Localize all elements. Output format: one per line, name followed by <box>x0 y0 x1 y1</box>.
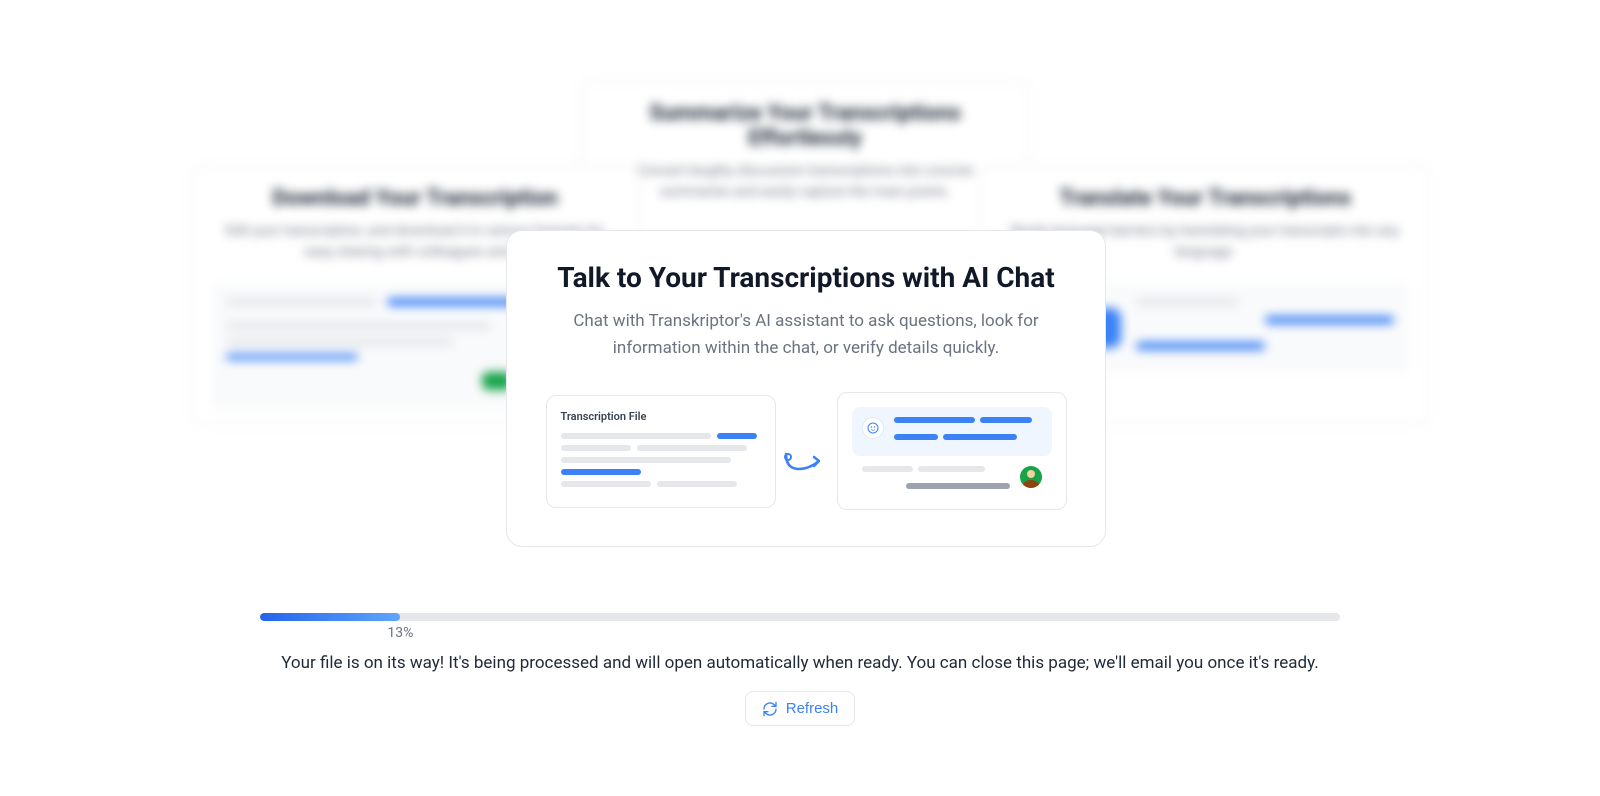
bg-title-translate: Translate Your Transcriptions <box>1001 186 1409 211</box>
refresh-button[interactable]: Refresh <box>745 691 856 726</box>
bg-subtitle-summarize: Convert lengthy discussion transcription… <box>601 161 1009 203</box>
user-avatar-icon <box>1020 466 1042 488</box>
ai-bot-icon <box>862 417 884 439</box>
progress-bar-fill <box>260 613 400 621</box>
illustration-label: Transcription File <box>561 410 761 423</box>
ai-chat-feature-card: Talk to Your Transcriptions with AI Chat… <box>506 230 1106 547</box>
progress-percent-label: 13% <box>387 625 413 641</box>
ai-chat-illustration: Transcription File <box>543 392 1069 510</box>
arrow-icon <box>784 449 829 479</box>
main-card-title: Talk to Your Transcriptions with AI Chat <box>543 261 1069 294</box>
refresh-button-label: Refresh <box>786 700 839 717</box>
main-card-subtitle: Chat with Transkriptor's AI assistant to… <box>543 308 1069 362</box>
bg-title-summarize: Summarize Your Transcriptions Effortless… <box>601 101 1009 151</box>
illustration-transcription-file: Transcription File <box>546 395 776 508</box>
refresh-icon <box>762 701 778 717</box>
progress-section: 13% Your file is on its way! It's being … <box>260 613 1340 726</box>
illustration-chat-panel <box>837 392 1067 510</box>
bg-title-download: Download Your Transcription <box>211 186 619 211</box>
processing-status-message: Your file is on its way! It's being proc… <box>260 653 1340 673</box>
progress-bar <box>260 613 1340 621</box>
